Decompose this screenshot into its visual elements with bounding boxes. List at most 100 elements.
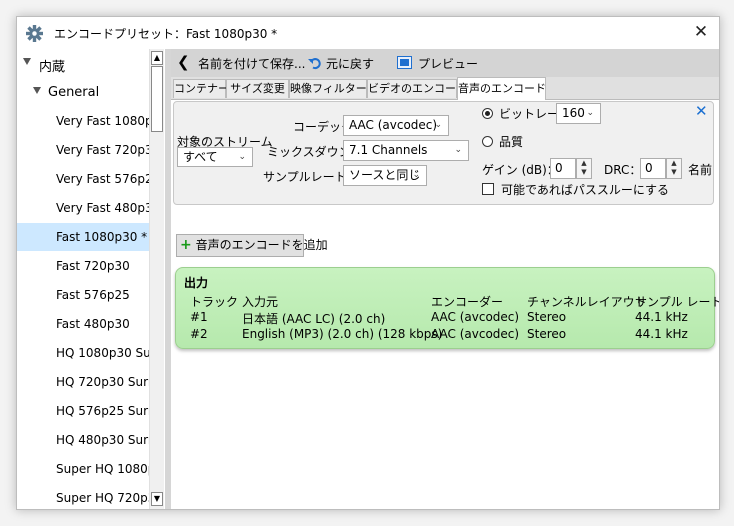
row-2-channel-layout: Stereo bbox=[527, 327, 567, 341]
tree-preset-item[interactable]: Super HQ 720p30 bbox=[17, 484, 149, 509]
tree-group-label: General bbox=[48, 85, 100, 100]
preview-button[interactable]: プレビュー bbox=[418, 55, 478, 72]
tree-root-label: 内蔵 bbox=[39, 60, 66, 75]
tree-preset-label: HQ 720p30 Surround bbox=[56, 375, 149, 389]
tree-preset-label: Very Fast 480p30 bbox=[56, 201, 149, 215]
drc-input[interactable]: 0 bbox=[640, 158, 666, 179]
target-stream-value: すべて bbox=[183, 150, 218, 164]
preset-tree: 内蔵 General Very Fast 1080p30 Very Fast 72… bbox=[17, 49, 165, 509]
step-up-icon[interactable]: ▲ bbox=[577, 159, 591, 168]
chevron-down-icon: ⌄ bbox=[454, 145, 462, 155]
tree-root[interactable]: 内蔵 bbox=[17, 49, 149, 77]
gain-input[interactable]: 0 bbox=[550, 158, 576, 179]
drc-label: DRC： bbox=[604, 163, 642, 177]
row-1-channel-layout: Stereo bbox=[527, 310, 567, 324]
add-audio-encode-button[interactable]: + 音声のエンコードを追加 bbox=[176, 234, 328, 257]
tree-preset-item[interactable]: Fast 720p30 bbox=[17, 252, 149, 280]
tree-preset-label: Super HQ 1080p30 bbox=[56, 462, 149, 476]
tab-resize[interactable]: サイズ変更 bbox=[226, 79, 289, 98]
samplerate-value: ソースと同じ bbox=[349, 168, 421, 182]
tree-preset-item[interactable]: Fast 480p30 bbox=[17, 310, 149, 338]
window-title: エンコードプリセット：Fast 1080p30 * bbox=[54, 27, 278, 41]
bitrate-radio[interactable] bbox=[482, 108, 493, 119]
close-icon[interactable]: ✕ bbox=[691, 22, 711, 42]
scroll-down-arrow-icon[interactable]: ▼ bbox=[151, 492, 163, 506]
save-as-button[interactable]: 名前を付けて保存... bbox=[198, 55, 305, 72]
mixdown-dropdown[interactable]: 7.1 Channels ⌄ bbox=[343, 140, 469, 161]
samplerate-dropdown[interactable]: ソースと同じ ⌄ bbox=[343, 165, 427, 186]
row-1-track: #1 bbox=[190, 310, 208, 324]
row-2-sample-rate: 44.1 kHz bbox=[635, 327, 688, 341]
step-up-icon[interactable]: ▲ bbox=[667, 159, 681, 168]
quality-radio[interactable] bbox=[482, 136, 493, 147]
tree-preset-label: Fast 1080p30 * bbox=[56, 230, 148, 244]
tree-preset-item[interactable]: Very Fast 720p30 bbox=[17, 136, 149, 164]
header-source: 入力元 bbox=[242, 295, 279, 309]
tree-preset-item[interactable]: Very Fast 576p25 bbox=[17, 165, 149, 193]
undo-icon[interactable] bbox=[308, 56, 322, 70]
undo-button[interactable]: 元に戻す bbox=[326, 55, 374, 72]
scroll-thumb[interactable] bbox=[151, 66, 163, 132]
scroll-up-arrow-icon[interactable]: ▲ bbox=[151, 51, 163, 65]
editor-tabs: コンテナー サイズ変更 映像フィルター ビデオのエンコード 音声のエンコード bbox=[171, 77, 719, 100]
tab-video-filters[interactable]: 映像フィルター bbox=[289, 79, 367, 98]
tree-preset-label: Super HQ 720p30 bbox=[56, 491, 149, 505]
row-2-track: #2 bbox=[190, 327, 208, 341]
tree-preset-label: Very Fast 1080p30 bbox=[56, 114, 149, 128]
chevron-down-icon: ⌄ bbox=[412, 170, 420, 180]
quality-label: 品質 bbox=[499, 135, 524, 149]
row-1-encoder: AAC (avcodec) bbox=[431, 310, 520, 324]
mixdown-value: 7.1 Channels bbox=[349, 143, 428, 157]
header-channel-layout: チャンネルレイアウト bbox=[527, 295, 647, 309]
tree-group-general[interactable]: General bbox=[17, 78, 149, 106]
codec-dropdown[interactable]: AAC (avcodec) ⌄ bbox=[343, 115, 449, 136]
tree-preset-item[interactable]: Fast 576p25 bbox=[17, 281, 149, 309]
step-down-icon[interactable]: ▼ bbox=[577, 168, 591, 177]
tree-preset-label: HQ 480p30 Surround bbox=[56, 433, 149, 447]
preview-icon[interactable] bbox=[397, 56, 412, 69]
expand-triangle-icon[interactable] bbox=[33, 87, 41, 94]
tree-preset-item[interactable]: HQ 576p25 Surround bbox=[17, 397, 149, 425]
gear-icon bbox=[26, 25, 43, 42]
add-audio-encode-label: 音声のエンコードを追加 bbox=[195, 238, 328, 252]
row-2-source: English (MP3) (2.0 ch) (128 kbps) bbox=[242, 327, 443, 341]
title-bar: エンコードプリセット：Fast 1080p30 * ✕ bbox=[17, 17, 719, 49]
tree-preset-item[interactable]: Super HQ 1080p30 bbox=[17, 455, 149, 483]
chevron-down-icon: ⌄ bbox=[238, 152, 246, 162]
target-stream-dropdown[interactable]: すべて ⌄ bbox=[177, 147, 253, 167]
tree-preset-item[interactable]: HQ 720p30 Surround bbox=[17, 368, 149, 396]
back-icon[interactable]: ❮ bbox=[177, 53, 190, 71]
row-2-encoder: AAC (avcodec) bbox=[431, 327, 520, 341]
tree-preset-label: Very Fast 720p30 bbox=[56, 143, 149, 157]
remove-track-icon[interactable]: ✕ bbox=[695, 102, 708, 120]
row-1-source: 日本語 (AAC LC) (2.0 ch) bbox=[242, 312, 386, 326]
audio-track-settings: 対象のストリーム すべて ⌄ コーデック: AAC (avcodec) ⌄ ミッ… bbox=[173, 101, 714, 205]
tree-scrollbar[interactable]: ▲ ▼ bbox=[149, 49, 164, 509]
chevron-down-icon: ⌄ bbox=[434, 120, 442, 130]
gain-label: ゲイン (dB)： bbox=[482, 163, 559, 177]
bitrate-dropdown[interactable]: 160 ⌄ bbox=[556, 103, 601, 124]
step-down-icon[interactable]: ▼ bbox=[667, 168, 681, 177]
row-1-sample-rate: 44.1 kHz bbox=[635, 310, 688, 324]
tree-preset-item[interactable]: Fast 1080p30 * bbox=[17, 223, 149, 251]
tab-audio-encode[interactable]: 音声のエンコード bbox=[457, 77, 546, 100]
chevron-down-icon: ⌄ bbox=[586, 108, 594, 118]
codec-value: AAC (avcodec) bbox=[349, 118, 438, 132]
passthru-checkbox[interactable] bbox=[482, 183, 494, 195]
drc-stepper[interactable]: ▲ ▼ bbox=[666, 158, 682, 179]
tree-preset-label: Very Fast 576p25 bbox=[56, 172, 149, 186]
expand-triangle-icon[interactable] bbox=[23, 58, 31, 65]
tree-preset-label: Fast 576p25 bbox=[56, 288, 130, 302]
name-label: 名前 bbox=[688, 163, 713, 177]
tab-container[interactable]: コンテナー bbox=[173, 79, 229, 98]
gain-stepper[interactable]: ▲ ▼ bbox=[576, 158, 592, 179]
tree-preset-item[interactable]: Very Fast 1080p30 bbox=[17, 107, 149, 135]
bitrate-value: 160 bbox=[562, 106, 585, 120]
tree-preset-item[interactable]: HQ 1080p30 Surround bbox=[17, 339, 149, 367]
tree-preset-item[interactable]: HQ 480p30 Surround bbox=[17, 426, 149, 454]
tree-preset-label: Fast 480p30 bbox=[56, 317, 130, 331]
tree-preset-item[interactable]: Very Fast 480p30 bbox=[17, 194, 149, 222]
tab-video-encode[interactable]: ビデオのエンコード bbox=[367, 79, 467, 98]
output-title: 出力 bbox=[184, 276, 209, 290]
preset-window: エンコードプリセット：Fast 1080p30 * ✕ 内蔵 General V… bbox=[16, 16, 720, 510]
